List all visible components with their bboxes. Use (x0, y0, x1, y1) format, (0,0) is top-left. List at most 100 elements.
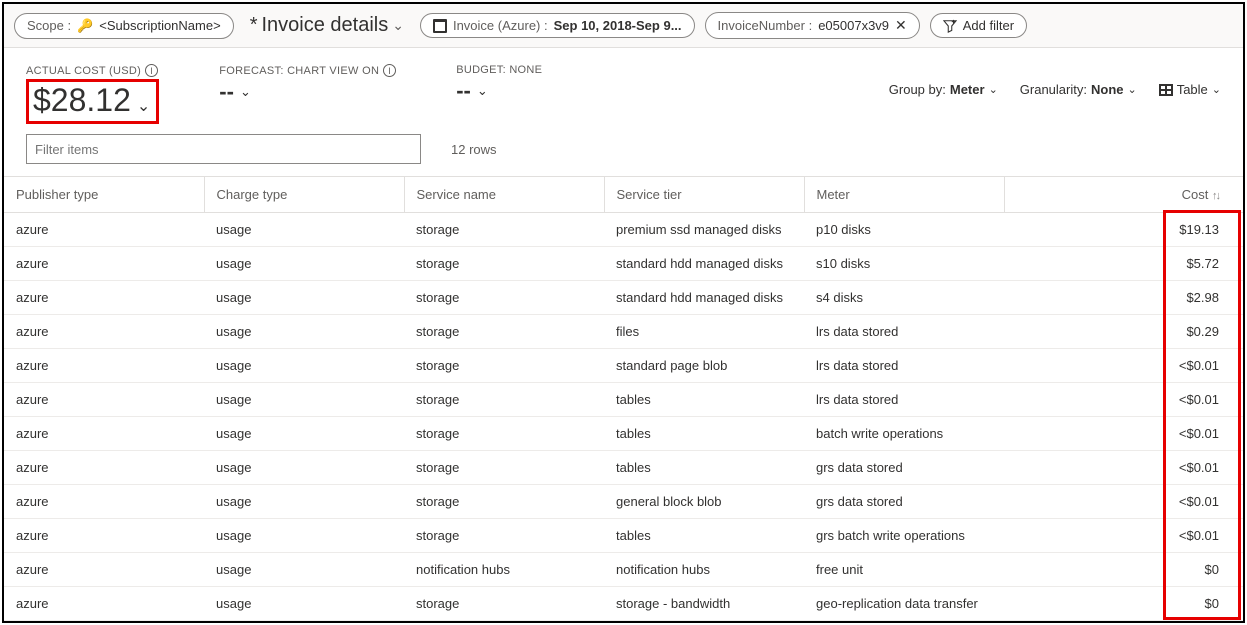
actual-cost-highlight: $28.12 ⌄ (26, 79, 159, 124)
cell-meter: free unit (804, 553, 1004, 587)
budget-metric: BUDGET: NONE -- ⌄ (456, 64, 542, 104)
view-name-dropdown[interactable]: * Invoice details ⌄ (244, 14, 410, 37)
cell-meter: lrs data stored (804, 315, 1004, 349)
cell-tier: tables (604, 417, 804, 451)
add-filter-button[interactable]: Add filter (930, 13, 1027, 38)
cell-tier: tables (604, 383, 804, 417)
cell-meter: lrs data stored (804, 349, 1004, 383)
cell-service: storage (404, 315, 604, 349)
cell-charge: usage (204, 383, 404, 417)
cell-publisher: azure (4, 485, 204, 519)
scope-pill[interactable]: Scope : 🔑 <SubscriptionName> (14, 13, 234, 39)
chevron-down-icon: ⌄ (392, 17, 404, 34)
remove-filter-icon[interactable]: ✕ (895, 17, 907, 34)
cell-service: storage (404, 587, 604, 621)
invoice-number-value: e05007x3v9 (818, 18, 889, 33)
cell-charge: usage (204, 587, 404, 621)
chevron-down-icon: ⌄ (989, 83, 998, 96)
invoice-period-pill[interactable]: Invoice (Azure) : Sep 10, 2018-Sep 9... (420, 13, 695, 38)
cell-tier: general block blob (604, 485, 804, 519)
table-row[interactable]: azureusagestoragestandard hdd managed di… (4, 281, 1243, 315)
cost-table: Publisher type Charge type Service name … (4, 176, 1243, 621)
invoice-period-value: Sep 10, 2018-Sep 9... (554, 18, 682, 33)
cell-service: storage (404, 213, 604, 247)
cell-cost: <$0.01 (1004, 383, 1243, 417)
filter-items-input[interactable] (26, 134, 421, 164)
cell-publisher: azure (4, 451, 204, 485)
cell-publisher: azure (4, 519, 204, 553)
cell-charge: usage (204, 485, 404, 519)
table-row[interactable]: azureusagestoragetablesgrs batch write o… (4, 519, 1243, 553)
table-row[interactable]: azureusagestoragefileslrs data stored$0.… (4, 315, 1243, 349)
cell-charge: usage (204, 417, 404, 451)
actual-cost-dropdown[interactable]: $28.12 ⌄ (33, 82, 150, 119)
cell-service: storage (404, 349, 604, 383)
actual-cost-value: $28.12 (33, 82, 131, 119)
budget-dropdown[interactable]: -- ⌄ (456, 78, 542, 104)
info-icon[interactable]: i (145, 64, 158, 77)
cell-tier: storage - bandwidth (604, 587, 804, 621)
cell-charge: usage (204, 451, 404, 485)
groupby-label: Group by: (889, 82, 946, 97)
cell-meter: grs data stored (804, 451, 1004, 485)
table-row[interactable]: azureusagestoragetableslrs data stored<$… (4, 383, 1243, 417)
forecast-label: FORECAST: CHART VIEW ON (219, 65, 379, 77)
forecast-metric: FORECAST: CHART VIEW ON i -- ⌄ (219, 64, 396, 105)
chevron-down-icon: ⌄ (1212, 83, 1221, 96)
view-mode-dropdown[interactable]: Table ⌄ (1159, 82, 1221, 97)
table-controls: Group by: Meter ⌄ Granularity: None ⌄ Ta… (889, 64, 1221, 97)
add-filter-icon (943, 19, 957, 33)
cell-publisher: azure (4, 587, 204, 621)
add-filter-label: Add filter (963, 18, 1014, 33)
col-publisher[interactable]: Publisher type (4, 177, 204, 213)
invoice-number-label: InvoiceNumber : (718, 18, 813, 33)
cell-cost: <$0.01 (1004, 451, 1243, 485)
cell-meter: batch write operations (804, 417, 1004, 451)
col-meter[interactable]: Meter (804, 177, 1004, 213)
cell-service: notification hubs (404, 553, 604, 587)
table-header-row: Publisher type Charge type Service name … (4, 177, 1243, 213)
view-mode-value: Table (1177, 82, 1208, 97)
granularity-dropdown[interactable]: Granularity: None ⌄ (1020, 82, 1137, 97)
cell-charge: usage (204, 519, 404, 553)
cell-tier: notification hubs (604, 553, 804, 587)
cell-meter: s10 disks (804, 247, 1004, 281)
cell-cost: $0 (1004, 553, 1243, 587)
table-row[interactable]: azureusagestoragegeneral block blobgrs d… (4, 485, 1243, 519)
summary-row: ACTUAL COST (USD) i $28.12 ⌄ FORECAST: C… (4, 48, 1243, 130)
cell-cost: $19.13 (1004, 213, 1243, 247)
table-row[interactable]: azureusagestoragepremium ssd managed dis… (4, 213, 1243, 247)
sort-icon: ↑↓ (1212, 190, 1219, 202)
cell-service: storage (404, 383, 604, 417)
col-service[interactable]: Service name (404, 177, 604, 213)
cell-tier: premium ssd managed disks (604, 213, 804, 247)
groupby-dropdown[interactable]: Group by: Meter ⌄ (889, 82, 998, 97)
cell-meter: grs data stored (804, 485, 1004, 519)
forecast-dropdown[interactable]: -- ⌄ (219, 79, 396, 105)
cell-service: storage (404, 485, 604, 519)
cell-cost: $0 (1004, 587, 1243, 621)
cell-meter: geo-replication data transfer (804, 587, 1004, 621)
col-cost[interactable]: Cost ↑↓ (1004, 177, 1243, 213)
table-row[interactable]: azureusagestoragestandard hdd managed di… (4, 247, 1243, 281)
col-tier[interactable]: Service tier (604, 177, 804, 213)
table-row[interactable]: azureusagestoragetablesgrs data stored<$… (4, 451, 1243, 485)
cell-publisher: azure (4, 247, 204, 281)
chevron-down-icon: ⌄ (477, 83, 488, 99)
cell-cost: $5.72 (1004, 247, 1243, 281)
table-row[interactable]: azureusagestoragestorage - bandwidthgeo-… (4, 587, 1243, 621)
invoice-period-label: Invoice (Azure) : (453, 18, 548, 33)
scope-label: Scope : (27, 18, 71, 33)
cell-cost: <$0.01 (1004, 485, 1243, 519)
cell-meter: lrs data stored (804, 383, 1004, 417)
cell-publisher: azure (4, 349, 204, 383)
info-icon[interactable]: i (383, 64, 396, 77)
table-row[interactable]: azureusagenotification hubsnotification … (4, 553, 1243, 587)
cell-tier: tables (604, 519, 804, 553)
table-row[interactable]: azureusagestoragetablesbatch write opera… (4, 417, 1243, 451)
cell-charge: usage (204, 213, 404, 247)
table-row[interactable]: azureusagestoragestandard page bloblrs d… (4, 349, 1243, 383)
forecast-value: -- (219, 79, 234, 105)
invoice-number-pill[interactable]: InvoiceNumber : e05007x3v9 ✕ (705, 12, 920, 39)
col-charge[interactable]: Charge type (204, 177, 404, 213)
